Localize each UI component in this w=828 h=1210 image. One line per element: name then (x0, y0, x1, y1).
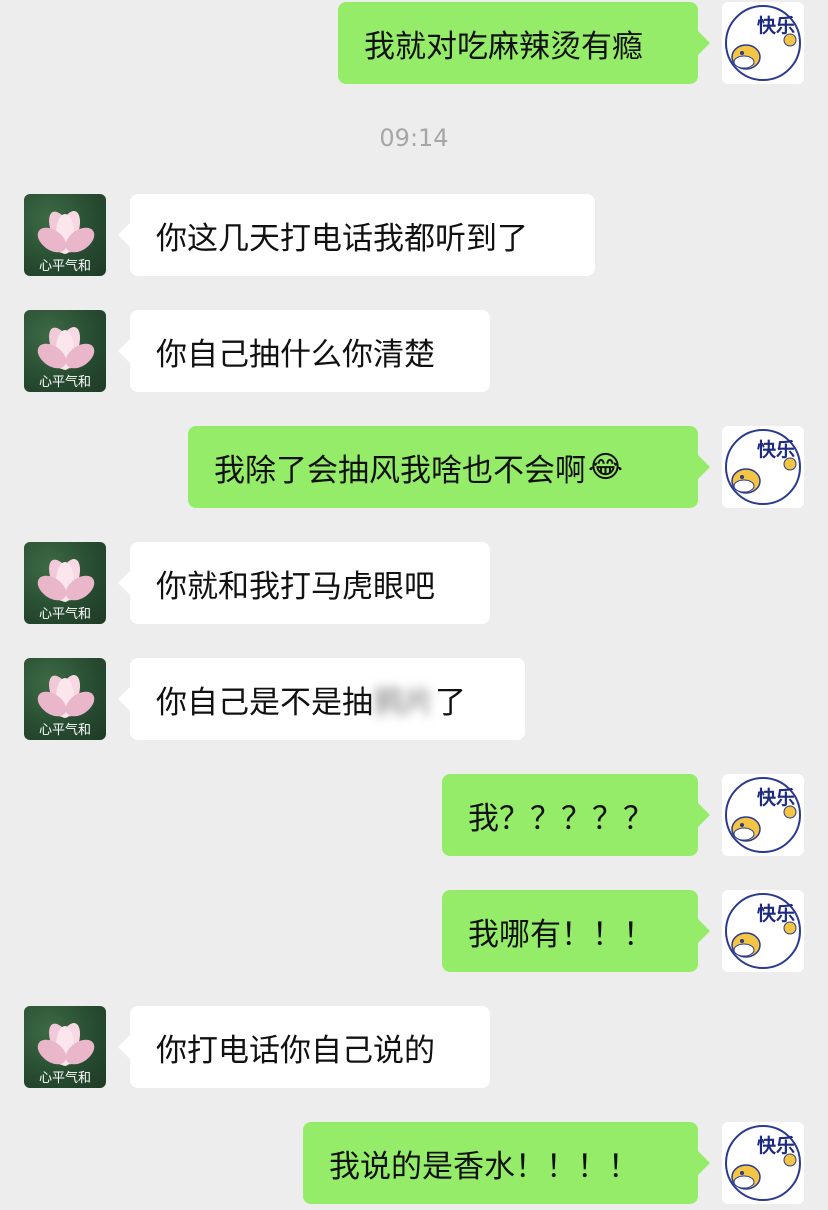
message-text: 了 (435, 684, 466, 721)
other-avatar[interactable]: 心平气和 (24, 1006, 106, 1088)
message-bubble[interactable]: 我哪有！！！ (442, 890, 710, 972)
lotus-avatar-image: 心平气和 (24, 542, 106, 624)
other-avatar[interactable]: 心平气和 (24, 310, 106, 392)
message-row: 心平气和 你打电话你自己说的 (0, 1006, 828, 1088)
self-avatar[interactable]: 快乐 (722, 774, 804, 856)
message-row: 心平气和 你自己是不是抽 鸦片了 (0, 658, 828, 740)
avatar-text: 快乐 (756, 439, 795, 461)
avatar-caption: 心平气和 (38, 607, 91, 622)
avatar-caption: 心平气和 (38, 723, 91, 738)
avatar-text: 快乐 (756, 15, 795, 37)
other-avatar[interactable]: 心平气和 (24, 194, 106, 276)
avatar-caption: 心平气和 (38, 259, 91, 274)
message-bubble[interactable]: 我？？？？？ (442, 774, 710, 856)
message-row: 我哪有！！！ 快乐 (0, 890, 828, 972)
message-timestamp: 09:14 (379, 124, 449, 152)
laughing-emoji-icon: 😂 (588, 449, 624, 485)
self-avatar[interactable]: 快乐 (722, 1122, 804, 1204)
duck-avatar-image: 快乐 (722, 774, 804, 856)
message-bubble[interactable]: 我说的是香水！！！！ (303, 1122, 710, 1204)
message-bubble[interactable]: 你打电话你自己说的 (118, 1006, 490, 1088)
avatar-text: 快乐 (756, 787, 795, 809)
message-row: 心平气和 你这几天打电话我都听到了 (0, 194, 828, 276)
avatar-caption: 心平气和 (38, 1071, 91, 1086)
duck-avatar-image: 快乐 (722, 426, 804, 508)
lotus-icon (37, 327, 95, 370)
message-row: 心平气和 你自己抽什么你清楚 (0, 310, 828, 392)
message-row: 我就对吃麻辣烫有瘾 快乐 (0, 2, 828, 84)
avatar-text: 快乐 (756, 1135, 795, 1157)
lotus-icon (37, 1023, 95, 1066)
message-bubble[interactable]: 我除了会抽风我啥也不会啊 😂 (188, 426, 710, 508)
other-avatar[interactable]: 心平气和 (24, 658, 106, 740)
self-avatar[interactable]: 快乐 (722, 2, 804, 84)
self-avatar[interactable]: 快乐 (722, 426, 804, 508)
self-avatar[interactable]: 快乐 (722, 890, 804, 972)
message-bubble[interactable]: 我就对吃麻辣烫有瘾 (338, 2, 710, 84)
duck-avatar-image: 快乐 (722, 2, 804, 84)
lotus-avatar-image: 心平气和 (24, 1006, 106, 1088)
avatar-text: 快乐 (756, 903, 795, 925)
avatar-caption: 心平气和 (38, 375, 91, 390)
lotus-avatar-image: 心平气和 (24, 194, 106, 276)
lotus-avatar-image: 心平气和 (24, 658, 106, 740)
message-row: 我除了会抽风我啥也不会啊 😂 快乐 (0, 426, 828, 508)
other-avatar[interactable]: 心平气和 (24, 542, 106, 624)
blurred-text: 鸦片 (373, 684, 435, 721)
lotus-icon (37, 559, 95, 602)
duck-avatar-image: 快乐 (722, 890, 804, 972)
message-row: 我说的是香水！！！！ 快乐 (0, 1122, 828, 1204)
lotus-avatar-image: 心平气和 (24, 310, 106, 392)
message-bubble[interactable]: 你就和我打马虎眼吧 (118, 542, 490, 624)
message-row: 我？？？？？ 快乐 (0, 774, 828, 856)
message-bubble[interactable]: 你自己是不是抽 鸦片了 (118, 658, 525, 740)
lotus-icon (37, 211, 95, 254)
chat-window[interactable]: 我就对吃麻辣烫有瘾 快乐 09:14 心平气和 你这几天打电话我都听到了 心平气… (0, 0, 828, 1210)
lotus-icon (37, 675, 95, 718)
message-row: 心平气和 你就和我打马虎眼吧 (0, 542, 828, 624)
message-bubble[interactable]: 你这几天打电话我都听到了 (118, 194, 595, 276)
message-text: 你自己是不是抽 (156, 684, 373, 721)
duck-avatar-image: 快乐 (722, 1122, 804, 1204)
message-text: 我除了会抽风我啥也不会啊 (214, 452, 586, 489)
message-bubble[interactable]: 你自己抽什么你清楚 (118, 310, 490, 392)
